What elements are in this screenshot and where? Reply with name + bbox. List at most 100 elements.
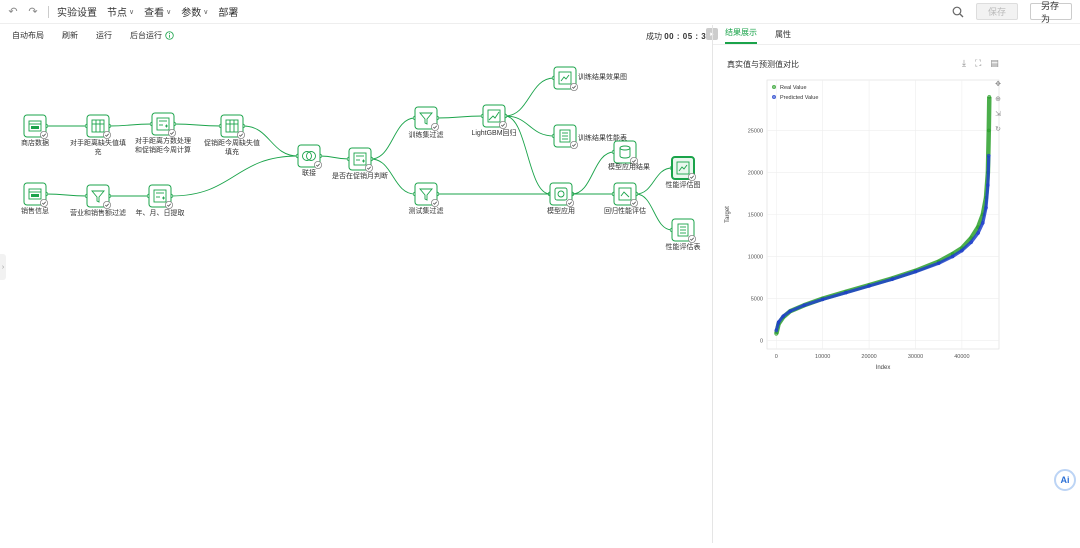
undo-icon[interactable]: ↶ (6, 5, 20, 19)
data-point (774, 332, 779, 336)
flow-node[interactable]: 是否在促销月判断 (332, 147, 388, 180)
top-toolbar: ↶ ↷ 实验设置 节点 ∨ 查看 ∨ 参数 ∨ 部署 保存 另存为 (0, 0, 1080, 24)
x-tick-label: 20000 (861, 354, 876, 360)
flow-node[interactable]: 年、月、日提取 (136, 184, 185, 217)
save-as-button[interactable]: 另存为 (1030, 1, 1072, 24)
flow-edge (108, 123, 153, 127)
flow-node[interactable]: 对手距离缺失值填充 (70, 114, 126, 156)
zoom-icon[interactable]: ⊕ (995, 91, 1001, 106)
data-point (781, 314, 786, 319)
toolbar-actions: 保存 另存为 (952, 1, 1072, 24)
node-label-line2: 充 (95, 147, 102, 156)
ai-assistant-button[interactable]: Ai (1054, 469, 1076, 491)
pan-icon[interactable]: ✥ (995, 76, 1001, 91)
wheel-zoom-icon[interactable]: ⇲ (995, 106, 1001, 121)
download-icon[interactable]: ⤓ (962, 58, 966, 69)
y-tick-label: 0 (760, 339, 763, 345)
x-tick-label: 30000 (908, 354, 923, 360)
data-point (936, 261, 941, 266)
menu-label: 参数 (181, 8, 202, 19)
data-point (802, 303, 806, 308)
status-check-icon (430, 123, 439, 132)
refresh-button[interactable]: 刷新 (62, 30, 78, 41)
status-check-icon (430, 198, 439, 207)
flow-node[interactable]: 促销距今周缺失值填充 (204, 114, 260, 156)
flow-node[interactable]: 训练结果效果图 (553, 66, 627, 92)
canvas-toolbar: 自动布局 刷新 运行 后台运行 (0, 25, 712, 45)
flow-node[interactable]: 模型应用 (547, 182, 575, 215)
menu-label: 节点 (107, 8, 127, 19)
flow-node[interactable]: 销售信息 (21, 182, 49, 215)
x-tick-label: 40000 (954, 354, 969, 360)
menu-label: 实验设置 (57, 8, 97, 19)
menu-deploy[interactable]: 部署 (218, 4, 238, 19)
legend-marker (771, 84, 777, 90)
y-tick-label: 25000 (748, 128, 763, 134)
flow-edge (319, 155, 350, 160)
data-point (788, 309, 793, 314)
toolbar-divider (48, 5, 49, 18)
flow-graph[interactable]: 商店数据 对手距离缺失值填充对手距离方数处理和促销距今周计算促销距今周缺失值填充销… (0, 46, 712, 543)
menu-node[interactable]: 节点 ∨ (107, 4, 134, 19)
data-point (844, 290, 848, 295)
data-point (774, 328, 779, 333)
status-check-icon (40, 131, 49, 140)
reset-icon[interactable]: ↻ (995, 121, 1001, 136)
flow-node[interactable]: 商店数据 (21, 114, 49, 147)
menu-experiment-settings[interactable]: 实验设置 (57, 4, 97, 19)
node-label: 对手距离缺失值填 (70, 138, 126, 147)
menu-params[interactable]: 参数 ∨ (181, 4, 208, 19)
result-tabs: 结果展示 属性 (713, 25, 1080, 45)
auto-layout-button[interactable]: 自动布局 (12, 30, 44, 41)
node-label: 营业和销售额过滤 (70, 208, 126, 217)
flow-node[interactable]: 对手距离方数处理和促销距今周计算 (135, 112, 191, 154)
chart-title: 真实值与预测值对比 (727, 60, 799, 69)
status-label: 成功 (646, 32, 662, 41)
flow-node[interactable]: 回归性能评估 (604, 182, 646, 215)
flow-canvas[interactable]: 商店数据 对手距离缺失值填充对手距离方数处理 和促销距今周计算 促销距今周缺失值 填充销… (0, 46, 712, 543)
copy-icon[interactable]: ▤ (990, 58, 999, 69)
data-point (776, 320, 781, 324)
data-point (986, 128, 991, 133)
flow-node[interactable]: 性能评估图 (666, 156, 701, 189)
fullscreen-icon[interactable]: ⛶ (975, 58, 981, 69)
background-run-button[interactable]: 后台运行 (130, 30, 162, 41)
run-status: 成功 00 : 05 : 39 (646, 31, 711, 42)
y-tick-label: 15000 (748, 213, 763, 219)
node-label: 性能评估图 (666, 180, 701, 189)
data-point (986, 153, 991, 158)
flow-node[interactable]: 训练集过滤 (409, 106, 444, 139)
menu-view[interactable]: 查看 ∨ (144, 4, 171, 19)
flow-edge (571, 151, 615, 195)
flow-node[interactable]: 模型应用结果 (608, 140, 650, 171)
node-label: LightGBM回归 (471, 128, 516, 137)
flow-node[interactable]: 测试集过滤 (409, 182, 444, 215)
tab-properties[interactable]: 属性 (775, 29, 791, 44)
node-label: 是否在促销月判断 (332, 171, 388, 180)
info-icon[interactable] (165, 30, 174, 40)
flow-node[interactable]: LightGBM回归 (471, 104, 517, 137)
status-check-icon (566, 198, 575, 207)
x-tick-label: 0 (775, 354, 778, 360)
table-icon-fill (31, 194, 39, 197)
tab-results[interactable]: 结果展示 (725, 27, 757, 44)
menu-label: 查看 (144, 8, 165, 19)
flow-node[interactable]: 营业和销售额过滤 (70, 184, 126, 217)
status-check-icon (364, 164, 373, 173)
plot-toolbar: ✥ ⊕ ⇲ ↻ (991, 76, 1005, 136)
status-check-icon (313, 161, 322, 170)
y-tick-label: 20000 (748, 170, 763, 176)
node-label: 商店数据 (21, 138, 49, 147)
flow-node[interactable]: 联接 (297, 144, 322, 177)
run-button[interactable]: 运行 (96, 30, 112, 41)
save-button[interactable]: 保存 (976, 3, 1018, 20)
flow-node[interactable]: 性能评估表 (666, 218, 701, 251)
status-check-icon (570, 141, 579, 150)
data-point (867, 284, 871, 288)
node-label: 训练结果效果图 (578, 72, 627, 81)
redo-icon[interactable]: ↷ (26, 5, 40, 19)
status-check-icon (570, 83, 579, 92)
search-icon[interactable] (952, 6, 964, 18)
left-panel-toggle[interactable]: › (0, 254, 6, 280)
node-label-line2: 填充 (225, 147, 239, 156)
